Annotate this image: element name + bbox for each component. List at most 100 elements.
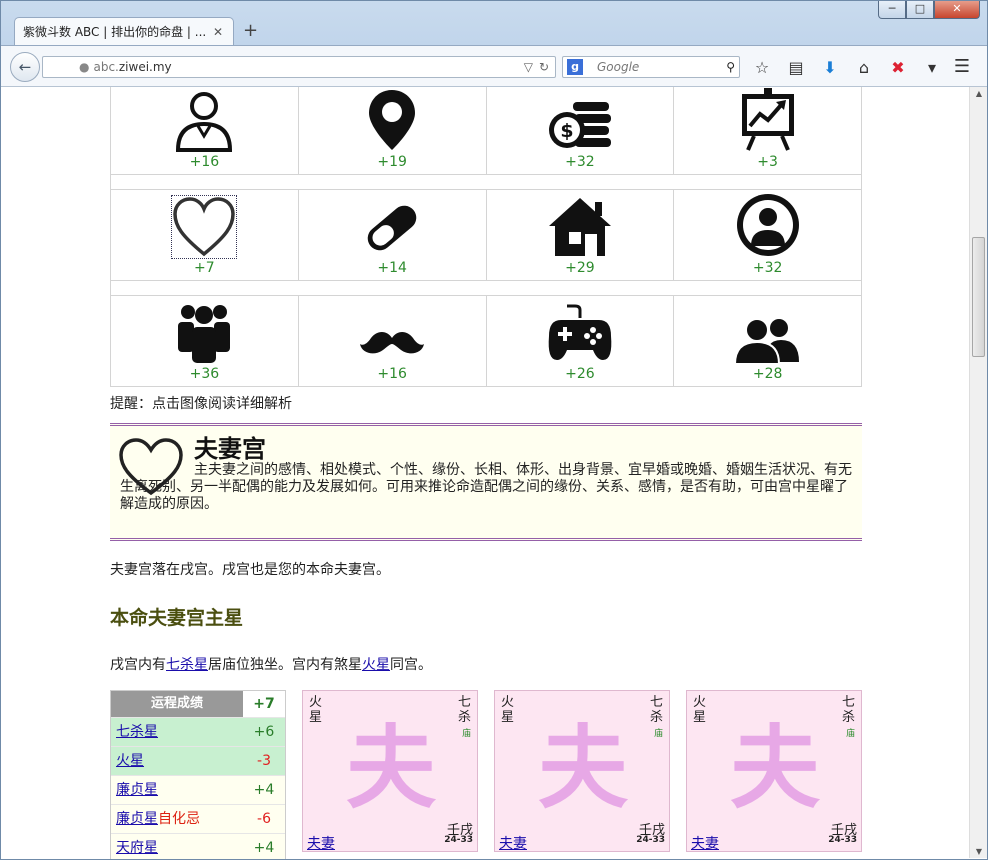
palace-score: +32 — [752, 260, 783, 276]
back-arrow-icon: ← — [18, 58, 32, 76]
palace-cell-spouse[interactable]: +7 — [111, 190, 299, 280]
search-input[interactable]: Google — [597, 60, 726, 74]
scroll-down-icon[interactable]: ▼ — [970, 847, 988, 856]
download-icon[interactable]: ⬇ — [818, 58, 842, 77]
palace-cell-property[interactable]: +29 — [487, 190, 675, 280]
fortune-header-label: 运程成绩 — [111, 691, 243, 717]
search-icon[interactable]: ⚲ — [726, 60, 735, 74]
user-circle-icon — [736, 194, 799, 256]
star-score: +4 — [253, 782, 275, 798]
star-score: +4 — [253, 840, 275, 856]
palace-location-text: 夫妻宫落在戌宫。戌宫也是您的本命夫妻宫。 — [110, 562, 390, 578]
minimize-button[interactable]: ─ — [878, 0, 906, 19]
palace-icon-grid: +16 +19 $ +32 +3 +7 +14 +29 +32 +36 +16 … — [110, 87, 862, 387]
house-icon — [548, 198, 611, 256]
home-icon[interactable]: ⌂ — [852, 58, 876, 77]
browser-tab[interactable]: 紫微斗数 ABC | 排出你的命盘 | ... ✕ — [14, 17, 234, 45]
table-row: 廉贞星自化忌 -6 — [111, 804, 285, 833]
star-score: -6 — [257, 811, 271, 827]
palace-name-link[interactable]: 夫妻 — [691, 833, 719, 853]
group-icon — [178, 305, 231, 363]
star-link[interactable]: 七杀星 — [116, 724, 158, 740]
palace-score: +32 — [565, 154, 595, 170]
reload-icon[interactable]: ↻ — [539, 60, 549, 74]
url-text: abc.ziwei.my — [93, 60, 172, 74]
navigation-bar: ← ● abc.ziwei.my ▽ ↻ g Google ⚲ ☆ ▤ ⬇ ⌂ … — [0, 45, 988, 87]
chevron-down-icon[interactable]: ▾ — [920, 58, 944, 77]
stars-description: 戌宫内有七杀星居庙位独坐。宫内有煞星火星同宫。 — [110, 657, 432, 673]
palace-score: +29 — [565, 260, 595, 276]
hamburger-menu-icon[interactable]: ☰ — [954, 56, 970, 77]
close-window-button[interactable]: ✕ — [934, 0, 980, 19]
dropdown-arrow-icon[interactable]: ▽ — [524, 60, 533, 74]
palace-info-box: 夫妻宫 主夫妻之间的感情、相处模式、个性、缘份、长相、体形、出身背景、宜早婚或晚… — [110, 423, 862, 541]
star-score: +6 — [253, 724, 275, 740]
palace-age-range: 24-33 — [828, 835, 857, 845]
vertical-scrollbar[interactable]: ▲ ▼ — [969, 87, 987, 858]
table-row: 天府星 +4 — [111, 833, 285, 860]
palace-cell-health[interactable]: +14 — [299, 190, 487, 280]
back-button[interactable]: ← — [10, 52, 40, 82]
maximize-button[interactable]: □ — [906, 0, 934, 19]
palace-big-char: 夫 — [538, 716, 628, 821]
palace-card[interactable]: 火星 七杀庙 夫 壬戌 24-33 夫妻 — [302, 690, 478, 852]
palace-score: +19 — [377, 154, 407, 170]
two-users-icon — [734, 318, 799, 364]
star-link[interactable]: 廉贞星 — [116, 811, 158, 827]
fortune-header-value: +7 — [243, 691, 285, 717]
google-logo-icon[interactable]: g — [567, 59, 583, 75]
palace-cell-career[interactable]: +3 — [674, 87, 861, 174]
palace-score: +16 — [377, 366, 407, 382]
palace-card[interactable]: 火星 七杀庙 夫 壬戌 24-33 夫妻 — [686, 690, 862, 852]
bottom-area: 运程成绩 +7 七杀星 +6 火星 -3 廉贞星 +4 廉贞星自化忌 -6 天府… — [110, 690, 862, 860]
search-bar[interactable]: g Google ⚲ — [562, 56, 740, 78]
star-link[interactable]: 火星 — [116, 753, 144, 769]
scrollbar-thumb[interactable] — [972, 237, 985, 357]
bookmark-star-icon[interactable]: ☆ — [750, 58, 774, 77]
palace-card[interactable]: 火星 七杀庙 夫 壬戌 24-33 夫妻 — [494, 690, 670, 852]
browser-chrome: ─ □ ✕ 紫微斗数 ABC | 排出你的命盘 | ... ✕ + ← ● ab… — [0, 0, 988, 87]
window-controls: ─ □ ✕ — [878, 0, 980, 19]
palace-big-char: 夫 — [730, 716, 820, 821]
heart-icon — [171, 195, 238, 259]
palace-cell-friends[interactable]: +36 — [111, 296, 299, 386]
adblock-icon[interactable]: ✖ — [886, 58, 910, 77]
grid-row: +36 +16 +26 +28 — [111, 295, 861, 387]
tab-close-icon[interactable]: ✕ — [211, 25, 225, 39]
palace-cell-leisure[interactable]: +26 — [487, 296, 675, 386]
palace-score: +3 — [757, 154, 778, 170]
person-icon — [176, 92, 233, 152]
star-link-qisha[interactable]: 七杀星 — [166, 657, 208, 673]
palace-cell-parents[interactable]: +28 — [674, 296, 861, 386]
coins-icon: $ — [548, 102, 611, 148]
grid-row: +16 +19 $ +32 +3 — [111, 87, 861, 175]
palace-cell-self[interactable]: +32 — [674, 190, 861, 280]
reading-list-icon[interactable]: ▤ — [784, 58, 808, 77]
gamepad-icon — [548, 304, 612, 360]
table-row: 廉贞星 +4 — [111, 775, 285, 804]
new-tab-button[interactable]: + — [243, 20, 258, 41]
palace-score: +26 — [565, 366, 595, 382]
location-pin-icon — [369, 90, 416, 150]
star-link[interactable]: 天府星 — [116, 840, 158, 856]
fortune-header: 运程成绩 +7 — [111, 691, 285, 717]
palace-name-link[interactable]: 夫妻 — [307, 833, 335, 853]
palace-cell-person[interactable]: +16 — [111, 87, 299, 174]
palace-big-char: 夫 — [346, 716, 436, 821]
palace-cell-siblings[interactable]: +16 — [299, 296, 487, 386]
palace-name-link[interactable]: 夫妻 — [499, 833, 527, 853]
palace-description: 主夫妻之间的感情、相处模式、个性、缘份、长相、体形、出身背景、宜早婚或晚婚、婚姻… — [120, 462, 852, 512]
palace-cell-wealth[interactable]: $ +32 — [487, 87, 675, 174]
pill-icon — [367, 205, 417, 251]
star-link-huoxing[interactable]: 火星 — [362, 657, 390, 673]
palace-score: +7 — [194, 260, 215, 276]
section-title: 本命夫妻宫主星 — [110, 607, 244, 629]
mustache-icon — [360, 332, 425, 354]
scroll-up-icon[interactable]: ▲ — [970, 89, 988, 98]
url-bar[interactable]: ● abc.ziwei.my ▽ ↻ — [42, 56, 556, 78]
star-link[interactable]: 廉贞星 — [116, 782, 158, 798]
palace-cell-location[interactable]: +19 — [299, 87, 487, 174]
page-viewport: +16 +19 $ +32 +3 +7 +14 +29 +32 +36 +16 … — [0, 87, 968, 860]
palace-age-range: 24-33 — [636, 835, 665, 845]
palace-age-range: 24-33 — [444, 835, 473, 845]
